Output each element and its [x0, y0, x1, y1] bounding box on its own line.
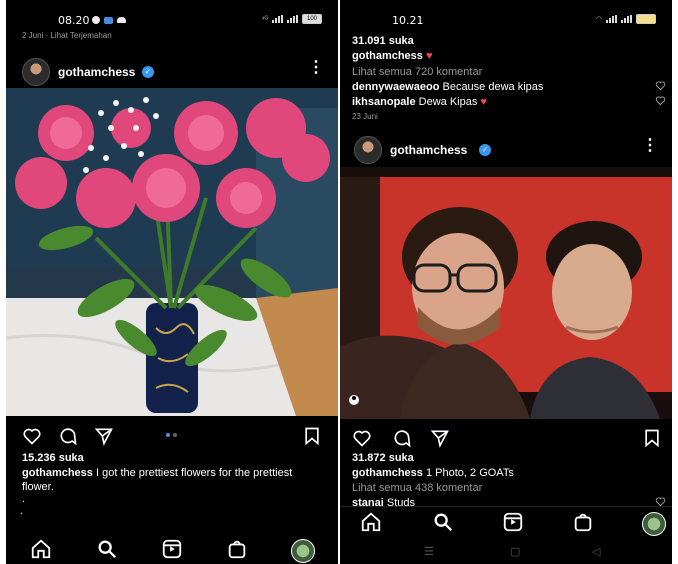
notification-icons [92, 16, 126, 24]
profile-avatar[interactable] [291, 539, 315, 563]
avatar[interactable] [22, 58, 50, 86]
signal-label-icon: ⁴ᴳ [261, 15, 268, 23]
cloud-icon [117, 17, 126, 23]
comment-text: Because dewa kipas [442, 81, 544, 93]
heart-emoji-icon: ♥ [480, 96, 487, 108]
like-icon[interactable] [352, 428, 372, 448]
post-actions [6, 424, 338, 448]
status-time: 08.20 [58, 14, 90, 27]
bottom-nav [340, 506, 672, 537]
search-icon[interactable] [432, 511, 454, 533]
post-actions [340, 426, 672, 450]
signal-icon [606, 15, 617, 23]
signal-icon [272, 15, 283, 23]
selfie-image [340, 167, 672, 419]
like-count[interactable]: 15.236 suka [22, 451, 84, 465]
caption-text: 1 Photo, 2 GOATs [425, 467, 514, 479]
prev-like-count[interactable]: 31.091 suka [352, 34, 414, 48]
prev-caption: gothamchess ♥ [352, 49, 433, 63]
bottom-nav [6, 534, 338, 564]
recent-apps-icon[interactable]: ☰ [424, 545, 434, 558]
right-screenshot: 10.21 ◠ 31.091 suka gothamchess ♥ Lihat … [340, 0, 672, 564]
signal-icon-2 [287, 15, 298, 23]
comment-username[interactable]: dennywaewaeoo [352, 81, 439, 93]
battery-icon: 100 [302, 14, 322, 24]
post-caption: gothamchess I got the prettiest flowers … [22, 466, 322, 494]
post-username[interactable]: gothamchess [390, 143, 467, 157]
share-icon[interactable] [430, 428, 450, 448]
flowers-image [6, 88, 338, 416]
caption-extra-2: . [20, 505, 24, 517]
comment-icon[interactable] [58, 426, 78, 446]
comment-row: ikhsanopale Dewa Kipas ♥ [352, 95, 652, 109]
battery-icon [636, 14, 656, 24]
prev-post-date: 23 Juni [352, 112, 378, 121]
home-icon[interactable] [30, 538, 52, 560]
home-icon[interactable] [360, 511, 382, 533]
comment-icon[interactable] [392, 428, 412, 448]
save-icon[interactable] [642, 428, 662, 448]
more-options-icon[interactable]: ⋮ [642, 138, 658, 154]
comment-text: Dewa Kipas [418, 96, 478, 108]
more-options-icon[interactable]: ⋮ [308, 60, 324, 76]
search-icon[interactable] [96, 538, 118, 560]
avatar[interactable] [354, 136, 382, 164]
left-screenshot: 08.20 ⁴ᴳ 100 2 Juni · Lihat Terjemahan g… [6, 0, 338, 564]
verified-icon: ✓ [142, 66, 154, 78]
system-status-icons: ◠ [596, 14, 656, 24]
comment-like-icon[interactable] [655, 95, 666, 106]
comment-username[interactable]: ikhsanopale [352, 96, 416, 108]
post-photo-selfie[interactable] [340, 167, 672, 419]
wifi-icon: ◠ [595, 16, 602, 23]
post-caption: gothamchess 1 Photo, 2 GOATs [352, 466, 652, 480]
status-bar: 10.21 ◠ [340, 0, 672, 28]
shop-icon[interactable] [226, 538, 248, 560]
shop-icon[interactable] [572, 511, 594, 533]
home-button-icon[interactable]: ▢ [510, 545, 520, 558]
like-count[interactable]: 31.872 suka [352, 451, 414, 465]
view-comments[interactable]: Lihat semua 438 komentar [352, 481, 482, 495]
reels-icon[interactable] [502, 511, 524, 533]
status-time: 10.21 [392, 14, 424, 27]
like-icon[interactable] [22, 426, 42, 446]
comment-like-icon[interactable] [655, 80, 666, 91]
status-bar: 08.20 ⁴ᴳ 100 [6, 0, 338, 28]
caption-username[interactable]: gothamchess [352, 467, 423, 479]
post-header: gothamchess ✓ ⋮ [340, 134, 672, 164]
post-subline: 2 Juni · Lihat Terjemahan [22, 31, 112, 40]
signal-icon-2 [621, 15, 632, 23]
message-icon [104, 16, 113, 24]
caption-username[interactable]: gothamchess [22, 467, 93, 479]
save-icon[interactable] [302, 426, 322, 446]
system-nav-bar: ☰ ▢ ◁ [340, 540, 672, 562]
post-photo-flowers[interactable] [6, 88, 338, 416]
whatsapp-icon [92, 16, 100, 24]
prev-view-comments[interactable]: Lihat semua 720 komentar [352, 65, 482, 79]
post-username[interactable]: gothamchess [58, 65, 135, 79]
system-status-icons: ⁴ᴳ 100 [262, 14, 322, 24]
back-icon[interactable]: ◁ [592, 545, 600, 558]
heart-emoji-icon: ♥ [425, 50, 433, 62]
profile-avatar[interactable] [642, 512, 666, 536]
reels-icon[interactable] [161, 538, 183, 560]
share-icon[interactable] [94, 426, 114, 446]
post-header: gothamchess ✓ ⋮ [6, 56, 338, 86]
carousel-indicator [166, 433, 177, 437]
prev-caption-username[interactable]: gothamchess [352, 50, 423, 62]
verified-icon: ✓ [479, 144, 491, 156]
comment-row: dennywaewaeoo Because dewa kipas [352, 80, 652, 94]
